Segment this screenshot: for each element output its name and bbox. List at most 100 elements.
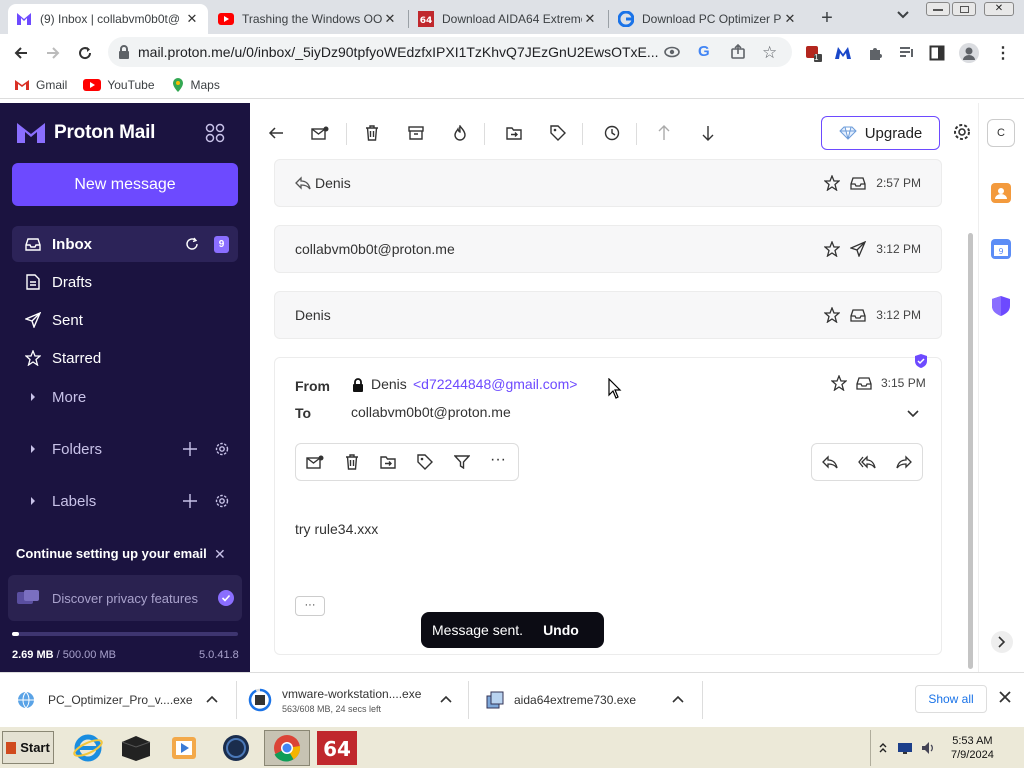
start-button[interactable]: Start xyxy=(2,731,54,764)
show-all-downloads-button[interactable]: Show all xyxy=(915,685,987,713)
close-downloads-icon[interactable] xyxy=(999,691,1011,703)
reply-icon[interactable] xyxy=(822,455,838,469)
sidebar-item-inbox[interactable]: Inbox 9 xyxy=(12,226,238,262)
bookmark-maps[interactable]: Maps xyxy=(171,77,220,93)
star-icon[interactable] xyxy=(831,375,847,391)
contacts-icon[interactable] xyxy=(991,183,1011,203)
mark-unread-icon[interactable] xyxy=(308,121,332,145)
media-controls-icon[interactable] xyxy=(894,40,920,66)
trash-icon[interactable] xyxy=(360,121,384,145)
app-switcher-icon[interactable] xyxy=(205,123,225,143)
trash-icon[interactable] xyxy=(345,454,359,470)
close-tab-icon[interactable]: ✕ xyxy=(582,11,598,27)
back-icon[interactable] xyxy=(8,40,34,66)
sidebar-folders[interactable]: Folders xyxy=(12,431,238,467)
tab-pc-optimizer[interactable]: Download PC Optimizer Pro ✕ xyxy=(610,4,806,34)
malwarebytes-icon[interactable] xyxy=(830,40,856,66)
extensions-puzzle-icon[interactable] xyxy=(862,40,888,66)
volume-icon[interactable] xyxy=(921,741,935,755)
next-message-icon[interactable] xyxy=(696,121,720,145)
share-icon[interactable] xyxy=(730,44,746,60)
filter-icon[interactable] xyxy=(454,455,470,469)
undo-button[interactable]: Undo xyxy=(543,622,579,638)
tab-youtube[interactable]: Trashing the Windows OOB ✕ xyxy=(210,4,406,34)
bookmark-gmail[interactable]: Gmail xyxy=(14,78,67,92)
expand-rail-icon[interactable] xyxy=(991,631,1013,653)
aida64-taskbar-icon[interactable]: 64 xyxy=(314,730,360,766)
settings-gear-icon[interactable] xyxy=(952,122,972,142)
tray-expand-icon[interactable] xyxy=(879,743,887,753)
forward-message-icon[interactable] xyxy=(896,455,912,469)
network-icon[interactable] xyxy=(897,742,913,754)
previous-message-icon[interactable] xyxy=(652,121,676,145)
bookmark-star-icon[interactable]: ☆ xyxy=(762,43,777,63)
labels-settings-icon[interactable] xyxy=(214,493,230,509)
snooze-clock-icon[interactable] xyxy=(600,121,624,145)
browser-menu-icon[interactable]: ⋮ xyxy=(990,40,1016,66)
sidebar-item-more[interactable]: More xyxy=(12,379,238,415)
chevron-up-icon[interactable] xyxy=(672,695,684,703)
brand[interactable]: Proton Mail xyxy=(16,121,155,145)
calendar-icon[interactable]: 9 xyxy=(991,239,1011,259)
sidebar-item-drafts[interactable]: Drafts xyxy=(12,264,238,300)
chevron-up-icon[interactable] xyxy=(440,695,452,703)
close-tab-icon[interactable]: ✕ xyxy=(782,11,798,27)
upgrade-button[interactable]: Upgrade xyxy=(821,116,940,150)
back-to-list-icon[interactable] xyxy=(264,121,288,145)
tab-search-icon[interactable] xyxy=(896,10,910,20)
vpn-shield-icon[interactable] xyxy=(991,295,1011,317)
profile-icon[interactable] xyxy=(956,40,982,66)
label-tag-icon[interactable] xyxy=(417,454,433,470)
minimize-button[interactable] xyxy=(926,2,950,16)
chevron-up-icon[interactable] xyxy=(206,695,218,703)
label-tag-icon[interactable] xyxy=(546,121,570,145)
download-item-pc-optimizer[interactable]: PC_Optimizer_Pro_v....exe xyxy=(16,681,230,719)
close-setup-icon[interactable]: ✕ xyxy=(214,546,226,563)
file-manager-icon[interactable] xyxy=(116,730,156,766)
archive-icon[interactable] xyxy=(404,121,428,145)
clock[interactable]: 5:53 AM 7/9/2024 xyxy=(951,734,994,762)
reply-all-icon[interactable] xyxy=(858,455,876,469)
move-to-folder-icon[interactable] xyxy=(380,455,396,469)
new-tab-button[interactable]: + xyxy=(814,6,840,30)
bookmark-youtube[interactable]: YouTube xyxy=(83,78,155,92)
expand-details-icon[interactable] xyxy=(907,410,919,418)
sender-email[interactable]: <d72244848@gmail.com> xyxy=(413,376,577,392)
sender-name[interactable]: Denis xyxy=(371,376,407,392)
thread-message-3[interactable]: Denis 3:12 PM xyxy=(274,291,942,339)
forward-icon[interactable] xyxy=(40,40,66,66)
star-icon[interactable] xyxy=(824,241,841,257)
tab-inbox[interactable]: (9) Inbox | collabvm0b0t@ ✕ xyxy=(8,4,208,34)
chrome-taskbar-icon[interactable] xyxy=(264,730,310,766)
star-icon[interactable] xyxy=(824,307,841,323)
new-message-button[interactable]: New message xyxy=(12,163,238,206)
download-item-aida64[interactable]: aida64extreme730.exe xyxy=(486,681,696,719)
extension-shield-icon[interactable]: 1 xyxy=(800,40,826,66)
internet-explorer-icon[interactable] xyxy=(68,730,108,766)
tab-aida64[interactable]: 64 Download AIDA64 Extreme ✕ xyxy=(410,4,606,34)
thread-message-2[interactable]: collabvm0b0t@proton.me 3:12 PM xyxy=(274,225,942,273)
recipient[interactable]: collabvm0b0t@proton.me xyxy=(351,404,511,420)
download-item-vmware[interactable]: vmware-workstation....exe 563/608 MB, 24… xyxy=(248,681,462,719)
scrollbar-thumb[interactable] xyxy=(968,233,973,669)
side-panel-icon[interactable] xyxy=(924,40,950,66)
sidebar-labels[interactable]: Labels xyxy=(12,483,238,519)
browser-globe-icon[interactable] xyxy=(216,730,256,766)
address-bar[interactable]: mail.proton.me/u/0/inbox/_5iyDz90tpfyoWE… xyxy=(108,37,792,67)
view-site-icon[interactable] xyxy=(664,45,680,59)
show-quoted-button[interactable]: ··· xyxy=(295,596,325,616)
account-avatar[interactable]: C xyxy=(987,119,1015,147)
star-icon[interactable] xyxy=(824,175,841,191)
window-close-button[interactable]: ✕ xyxy=(984,2,1014,16)
refresh-icon[interactable] xyxy=(185,237,199,251)
more-actions-icon[interactable]: ··· xyxy=(490,451,506,469)
sidebar-item-starred[interactable]: Starred xyxy=(12,340,238,376)
google-translate-icon[interactable]: G xyxy=(698,43,710,60)
thread-message-1[interactable]: Denis 2:57 PM xyxy=(274,159,942,207)
sidebar-item-sent[interactable]: Sent xyxy=(12,302,238,338)
add-label-icon[interactable] xyxy=(182,493,198,509)
add-folder-icon[interactable] xyxy=(182,441,198,457)
move-to-folder-icon[interactable] xyxy=(502,121,526,145)
folders-settings-icon[interactable] xyxy=(214,441,230,457)
setup-item-privacy[interactable]: Discover privacy features xyxy=(8,575,242,621)
